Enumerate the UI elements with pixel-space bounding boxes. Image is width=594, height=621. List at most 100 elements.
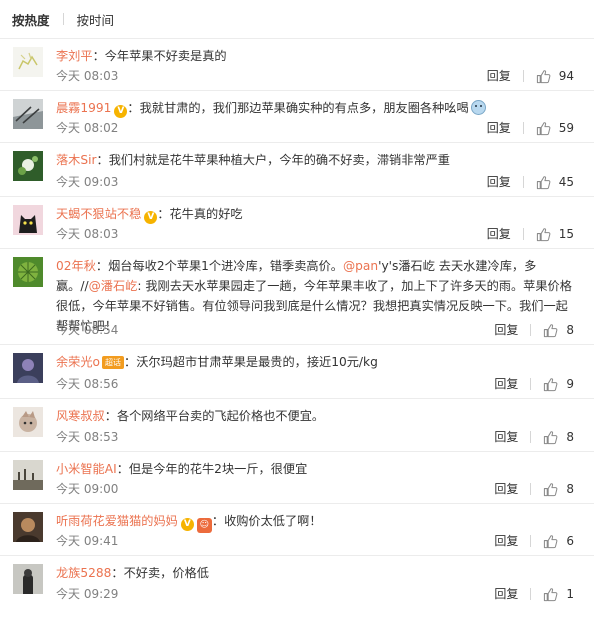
thumbs-up-icon xyxy=(544,482,558,496)
reply-button[interactable]: 回复 xyxy=(494,320,518,340)
reply-button[interactable]: 回复 xyxy=(487,172,511,192)
like-count: 45 xyxy=(558,175,574,189)
avatar[interactable] xyxy=(13,353,43,383)
timestamp: 今天 08:02 xyxy=(56,121,119,135)
comment-text: 晨霧1991 V ：我就甘肃的，我们那边苹果确实种的有点多，朋友圈各种吆喝 xyxy=(56,98,582,118)
avatar[interactable] xyxy=(13,151,43,181)
comment-item: 天蝎不狠站不稳 V ：花牛真的好吃 今天 08:03 回复 15 xyxy=(0,197,594,249)
comment-actions: 回复 59 xyxy=(487,118,574,138)
like-button[interactable]: 8 xyxy=(543,427,574,447)
timestamp: 今天 09:41 xyxy=(56,534,119,548)
thumbs-up-icon xyxy=(544,587,558,601)
comment-body: 烟台每收2个苹果1个进冷库，错季卖高价。 xyxy=(108,259,343,273)
like-button[interactable]: 8 xyxy=(543,320,574,340)
thumbs-up-icon xyxy=(544,430,558,444)
comment-body: 沃尔玛超市甘肃苹果是最贵的，接近10元/kg xyxy=(136,355,378,369)
comment-actions: 回复 8 xyxy=(494,427,574,447)
avatar[interactable] xyxy=(13,407,43,437)
avatar[interactable] xyxy=(13,460,43,490)
username[interactable]: 听雨荷花爱猫猫的妈妈 xyxy=(56,514,178,528)
mention-link[interactable]: @pan xyxy=(343,259,378,273)
comment-meta: 今天 08:56 回复 9 xyxy=(56,374,582,394)
timestamp: 今天 08:03 xyxy=(56,227,119,241)
reply-button[interactable]: 回复 xyxy=(487,118,511,138)
username[interactable]: 余荣光o xyxy=(56,355,100,369)
colon: ： xyxy=(127,101,140,115)
username[interactable]: 李刘平 xyxy=(56,49,93,63)
comment-item: 风寒叔叔：各个网络平台卖的飞起价格也不便宜。 今天 08:53 回复 8 xyxy=(0,399,594,452)
avatar[interactable] xyxy=(13,257,43,287)
timestamp: 今天 08:56 xyxy=(56,377,119,391)
action-divider xyxy=(522,176,524,188)
comment-actions: 回复 45 xyxy=(487,172,574,192)
username[interactable]: 02年秋 xyxy=(56,259,96,273)
avatar[interactable] xyxy=(13,205,43,235)
username[interactable]: 晨霧1991 xyxy=(56,101,111,115)
comment-actions: 回复 15 xyxy=(487,224,574,244)
avatar[interactable] xyxy=(13,512,43,542)
tab-by-time[interactable]: 按时间 xyxy=(77,10,115,29)
username[interactable]: 落木Sir xyxy=(56,153,97,167)
avatar[interactable] xyxy=(13,99,43,129)
avatar[interactable] xyxy=(13,47,43,77)
like-count: 8 xyxy=(566,323,574,337)
comment-text: 小米智能AI：但是今年的花牛2块一斤，很便宜 xyxy=(56,459,582,479)
action-divider xyxy=(522,228,524,240)
like-button[interactable]: 94 xyxy=(536,66,574,86)
reply-button[interactable]: 回复 xyxy=(487,224,511,244)
reply-button[interactable]: 回复 xyxy=(494,479,518,499)
comment-actions: 回复 8 xyxy=(494,320,574,340)
comment-actions: 回复 1 xyxy=(494,584,574,604)
username[interactable]: 龙族5288 xyxy=(56,566,111,580)
colon: ： xyxy=(96,153,109,167)
comment-text: 落木Sir：我们村就是花牛苹果种植大户，今年的确不好卖，滞销非常严重 xyxy=(56,150,582,170)
comment-item: 晨霧1991 V ：我就甘肃的，我们那边苹果确实种的有点多，朋友圈各种吆喝 今天 0… xyxy=(0,91,594,143)
like-button[interactable]: 6 xyxy=(543,531,574,551)
like-button[interactable]: 1 xyxy=(543,584,574,604)
comment-body: 我们村就是花牛苹果种植大户，今年的确不好卖，滞销非常严重 xyxy=(108,153,450,167)
comment-panel: 按热度 按时间 李刘平：今年苹果不好卖是真的 今天 08:03 回复 94 晨霧… xyxy=(0,0,594,621)
like-button[interactable]: 45 xyxy=(536,172,574,192)
comment-text: 余荣光o 超话 ：沃尔玛超市甘肃苹果是最贵的，接近10元/kg xyxy=(56,352,582,372)
like-button[interactable]: 15 xyxy=(536,224,574,244)
comment-meta: 今天 08:03 回复 15 xyxy=(56,224,582,244)
comment-item: 龙族5288：不好卖，价格低 今天 09:29 回复 1 xyxy=(0,556,594,608)
comment-body: 各个网络平台卖的飞起价格也不便宜。 xyxy=(116,409,325,423)
username[interactable]: 风寒叔叔 xyxy=(56,409,105,423)
username[interactable]: 天蝎不狠站不稳 xyxy=(56,207,141,221)
like-button[interactable]: 59 xyxy=(536,118,574,138)
comment-text: 龙族5288：不好卖，价格低 xyxy=(56,563,582,583)
action-divider xyxy=(530,483,532,495)
comment-body: 收购价太低了啊！ xyxy=(224,514,322,528)
like-button[interactable]: 8 xyxy=(543,479,574,499)
comment-text: 李刘平：今年苹果不好卖是真的 xyxy=(56,46,582,66)
thumbs-up-icon xyxy=(536,121,551,135)
timestamp: 今天 08:03 xyxy=(56,69,119,83)
comment-list: 李刘平：今年苹果不好卖是真的 今天 08:03 回复 94 晨霧1991 V ：… xyxy=(0,39,594,608)
comment-text: 天蝎不狠站不稳 V ：花牛真的好吃 xyxy=(56,204,582,224)
action-divider xyxy=(522,70,524,82)
colon: ： xyxy=(116,462,129,476)
avatar[interactable] xyxy=(13,564,43,594)
action-divider xyxy=(530,431,532,443)
timestamp: 今天 09:00 xyxy=(56,482,119,496)
reply-button[interactable]: 回复 xyxy=(487,66,511,86)
tab-by-hot[interactable]: 按热度 xyxy=(12,10,50,29)
action-divider xyxy=(522,122,524,134)
thumbs-up-icon xyxy=(536,227,551,241)
colon: ： xyxy=(124,355,137,369)
like-count: 8 xyxy=(566,430,574,444)
username[interactable]: 小米智能AI xyxy=(56,462,117,476)
reply-button[interactable]: 回复 xyxy=(494,584,518,604)
like-button[interactable]: 9 xyxy=(543,374,574,394)
colon: ： xyxy=(92,49,105,63)
reply-button[interactable]: 回复 xyxy=(494,374,518,394)
reply-button[interactable]: 回复 xyxy=(494,531,518,551)
colon: ： xyxy=(157,207,170,221)
comment-body: 今年苹果不好卖是真的 xyxy=(104,49,227,63)
like-count: 59 xyxy=(558,121,574,135)
mention-link[interactable]: @潘石屹 xyxy=(89,279,138,293)
comment-item: 余荣光o 超话 ：沃尔玛超市甘肃苹果是最贵的，接近10元/kg 今天 08:56 回… xyxy=(0,345,594,399)
reply-button[interactable]: 回复 xyxy=(494,427,518,447)
action-divider xyxy=(530,588,532,600)
